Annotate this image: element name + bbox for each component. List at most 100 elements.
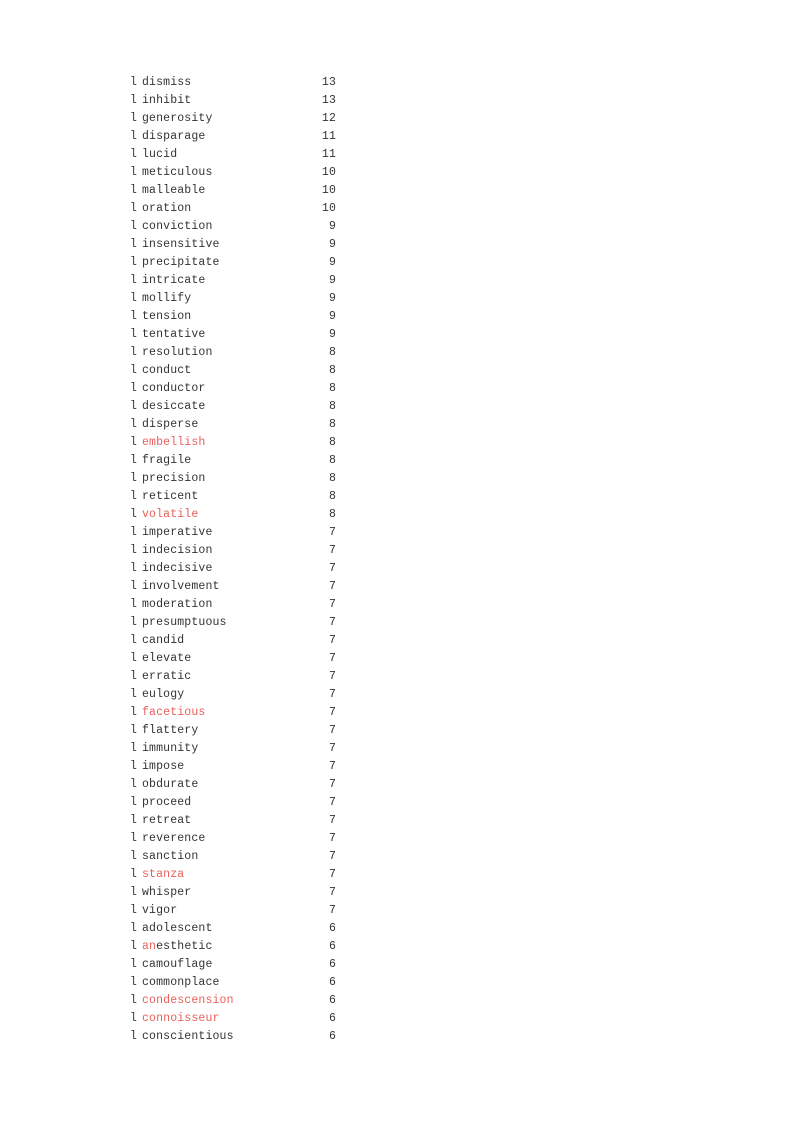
list-item[interactable]: l retreat 7 [130, 812, 336, 830]
word-count: 8 [328, 436, 336, 449]
list-item[interactable]: l tension 9 [130, 308, 336, 326]
list-bullet-icon: l [130, 274, 137, 287]
word-count: 7 [328, 832, 336, 845]
list-item[interactable]: l connoisseur 6 [130, 1010, 336, 1028]
list-item[interactable]: l mollify 9 [130, 290, 336, 308]
word-count: 11 [321, 130, 336, 143]
word-count: 9 [328, 292, 336, 305]
list-item[interactable]: l disperse 8 [130, 416, 336, 434]
vocabulary-word: tension [142, 310, 192, 323]
vocabulary-word: meticulous [142, 166, 213, 179]
list-item[interactable]: l camouflage 6 [130, 956, 336, 974]
list-item[interactable]: l malleable 10 [130, 182, 336, 200]
word-count: 11 [321, 148, 336, 161]
list-item[interactable]: l precision 8 [130, 470, 336, 488]
list-item[interactable]: l proceed 7 [130, 794, 336, 812]
list-bullet-icon: l [130, 850, 137, 863]
vocabulary-word: presumptuous [142, 616, 227, 629]
word-count: 7 [328, 580, 336, 593]
list-item[interactable]: l indecisive 7 [130, 560, 336, 578]
word-count: 7 [328, 868, 336, 881]
list-item[interactable]: l stanza 7 [130, 866, 336, 884]
list-item[interactable]: l dismiss 13 [130, 74, 336, 92]
list-item[interactable]: l conduct 8 [130, 362, 336, 380]
list-item[interactable]: l adolescent 6 [130, 920, 336, 938]
list-item[interactable]: l whisper 7 [130, 884, 336, 902]
list-item[interactable]: l conscientious 6 [130, 1028, 336, 1046]
list-bullet-icon: l [130, 346, 137, 359]
list-bullet-icon: l [130, 976, 137, 989]
list-item[interactable]: l elevate 7 [130, 650, 336, 668]
list-item[interactable]: l desiccate 8 [130, 398, 336, 416]
list-item[interactable]: l reticent 8 [130, 488, 336, 506]
vocabulary-word: connoisseur [142, 1012, 220, 1025]
word-count: 7 [328, 598, 336, 611]
list-bullet-icon: l [130, 670, 137, 683]
word-count: 7 [328, 616, 336, 629]
vocabulary-word: erratic [142, 670, 192, 683]
word-count: 6 [328, 940, 336, 953]
list-item[interactable]: l intricate 9 [130, 272, 336, 290]
list-item[interactable]: l anesthetic 6 [130, 938, 336, 956]
list-item[interactable]: l tentative 9 [130, 326, 336, 344]
list-bullet-icon: l [130, 436, 137, 449]
list-bullet-icon: l [130, 76, 137, 89]
list-item[interactable]: l involvement 7 [130, 578, 336, 596]
list-item[interactable]: l lucid 11 [130, 146, 336, 164]
list-item[interactable]: l sanction 7 [130, 848, 336, 866]
list-bullet-icon: l [130, 562, 137, 575]
word-count: 6 [328, 976, 336, 989]
list-bullet-icon: l [130, 400, 137, 413]
list-item[interactable]: l vigor 7 [130, 902, 336, 920]
list-item[interactable]: l obdurate 7 [130, 776, 336, 794]
list-item[interactable]: l facetious 7 [130, 704, 336, 722]
vocabulary-word: fragile [142, 454, 192, 467]
list-item[interactable]: l fragile 8 [130, 452, 336, 470]
list-item[interactable]: l generosity 12 [130, 110, 336, 128]
vocabulary-word: reticent [142, 490, 199, 503]
list-item[interactable]: l disparage 11 [130, 128, 336, 146]
list-bullet-icon: l [130, 868, 137, 881]
list-bullet-icon: l [130, 598, 137, 611]
vocabulary-word: volatile [142, 508, 199, 521]
list-item[interactable]: l volatile 8 [130, 506, 336, 524]
list-bullet-icon: l [130, 238, 137, 251]
list-bullet-icon: l [130, 922, 137, 935]
list-item[interactable]: l insensitive 9 [130, 236, 336, 254]
word-count: 8 [328, 382, 336, 395]
vocabulary-word: obdurate [142, 778, 199, 791]
list-item[interactable]: l impose 7 [130, 758, 336, 776]
vocabulary-word: oration [142, 202, 192, 215]
list-item[interactable]: l oration 10 [130, 200, 336, 218]
vocabulary-word: facetious [142, 706, 206, 719]
list-item[interactable]: l flattery 7 [130, 722, 336, 740]
list-item[interactable]: l imperative 7 [130, 524, 336, 542]
vocabulary-word: retreat [142, 814, 192, 827]
list-item[interactable]: l condescension 6 [130, 992, 336, 1010]
word-count: 7 [328, 706, 336, 719]
word-count: 7 [328, 526, 336, 539]
list-bullet-icon: l [130, 760, 137, 773]
list-item[interactable]: l eulogy 7 [130, 686, 336, 704]
list-item[interactable]: l precipitate 9 [130, 254, 336, 272]
list-item[interactable]: l candid 7 [130, 632, 336, 650]
word-count: 8 [328, 400, 336, 413]
list-item[interactable]: l embellish 8 [130, 434, 336, 452]
list-item[interactable]: l reverence 7 [130, 830, 336, 848]
list-item[interactable]: l inhibit 13 [130, 92, 336, 110]
list-item[interactable]: l erratic 7 [130, 668, 336, 686]
list-item[interactable]: l commonplace 6 [130, 974, 336, 992]
list-item[interactable]: l indecision 7 [130, 542, 336, 560]
list-item[interactable]: l immunity 7 [130, 740, 336, 758]
list-bullet-icon: l [130, 148, 137, 161]
word-count: 6 [328, 1030, 336, 1043]
vocabulary-word: malleable [142, 184, 206, 197]
word-count: 7 [328, 886, 336, 899]
list-item[interactable]: l presumptuous 7 [130, 614, 336, 632]
list-item[interactable]: l conviction 9 [130, 218, 336, 236]
list-item[interactable]: l conductor 8 [130, 380, 336, 398]
vocabulary-word: sanction [142, 850, 199, 863]
list-item[interactable]: l resolution 8 [130, 344, 336, 362]
list-item[interactable]: l moderation 7 [130, 596, 336, 614]
list-item[interactable]: l meticulous 10 [130, 164, 336, 182]
